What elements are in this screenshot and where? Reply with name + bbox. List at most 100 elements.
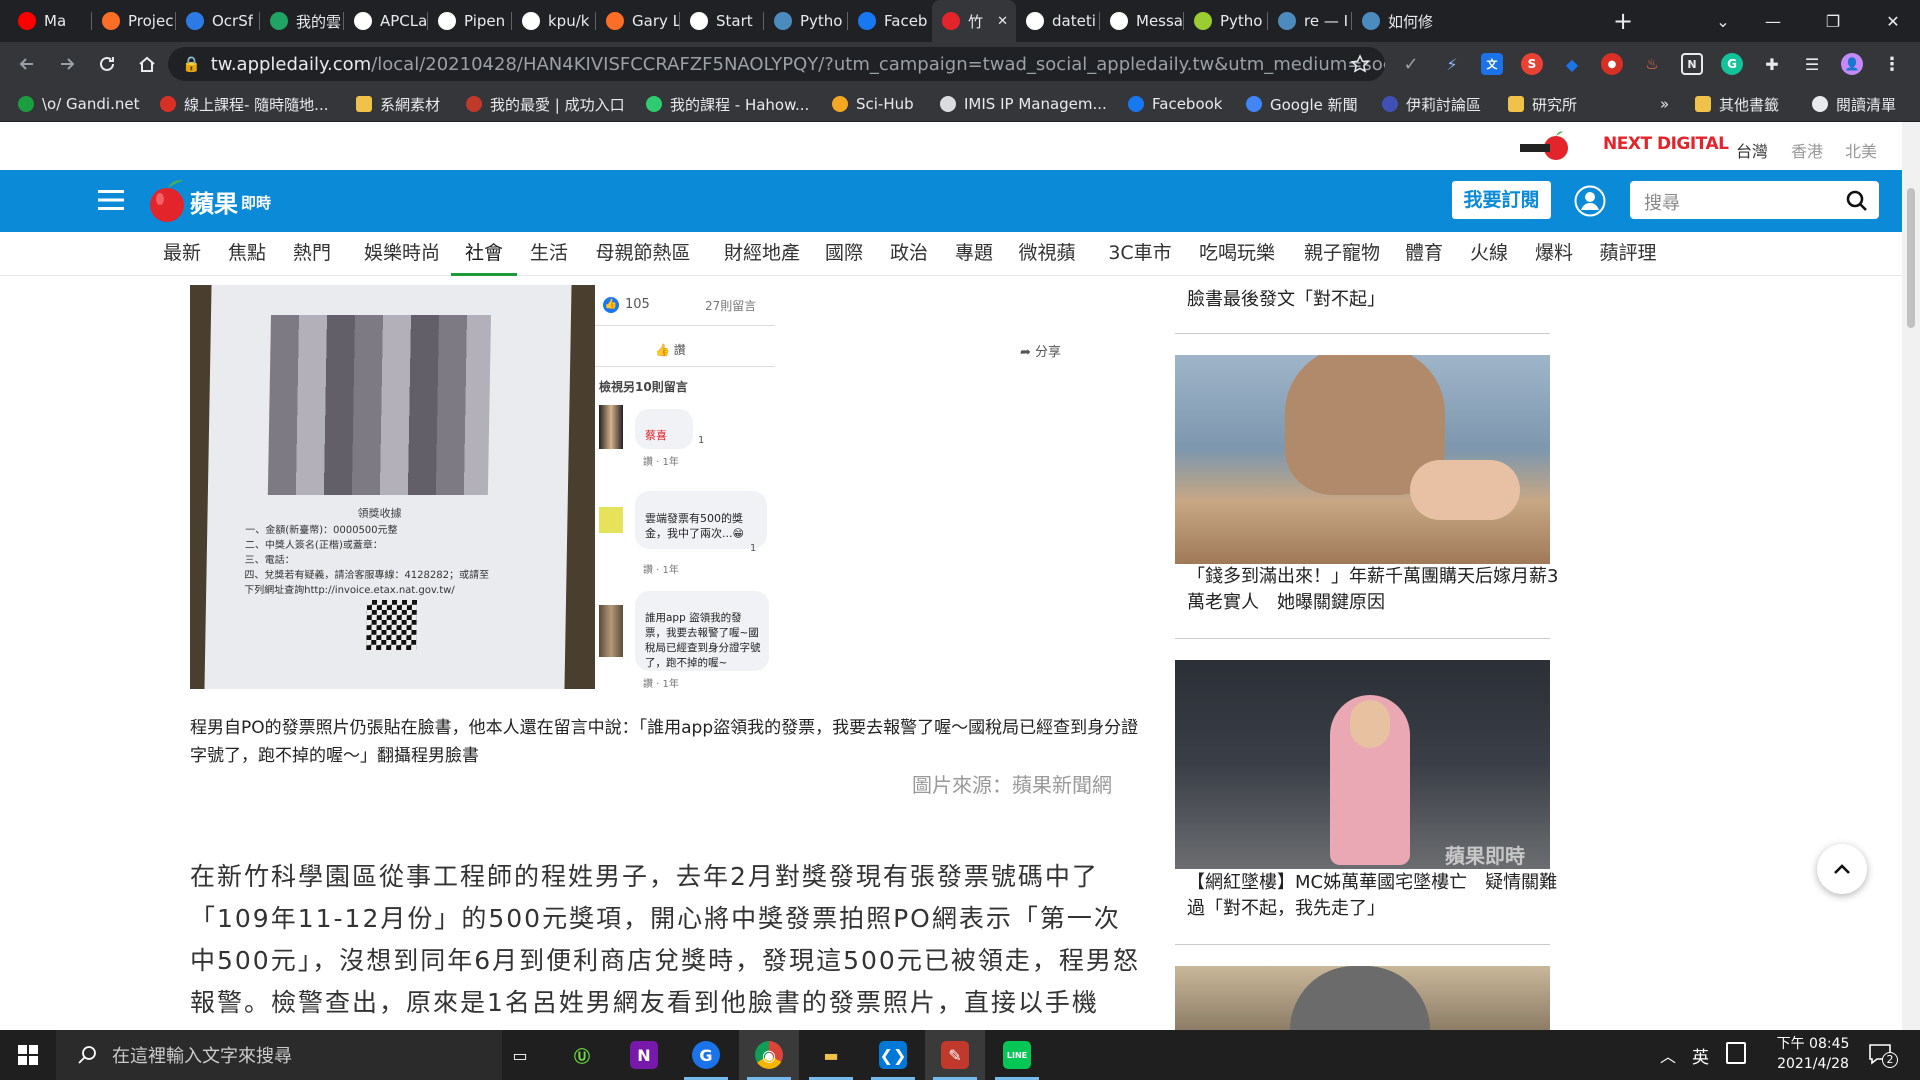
site-search-box[interactable]: 搜尋	[1630, 181, 1879, 219]
article-photo[interactable]: 領獎收據 一、金額(新臺幣)：0000500元整 二、中獎人簽名(正楷)或蓋章：…	[190, 285, 775, 689]
red-circle-extension-icon[interactable]: ●	[1601, 53, 1623, 75]
category-tab[interactable]: 專題	[952, 232, 996, 276]
apple-logo-icon[interactable]	[148, 178, 188, 224]
checkmark-extension-icon[interactable]: ✓	[1400, 53, 1422, 75]
sidebar-item-title[interactable]: 「錢多到滿出來！」年薪千萬團購天后嫁月薪3萬老實人 她曝關鍵原因	[1187, 564, 1562, 620]
back-button[interactable]	[12, 49, 42, 79]
hamburger-menu-button[interactable]	[98, 189, 124, 211]
category-tab[interactable]: 熱門	[290, 232, 334, 276]
bookmark-item[interactable]: 系網素材	[356, 86, 440, 122]
category-tab[interactable]: 政治	[887, 232, 931, 276]
category-tab[interactable]: 母親節熱區	[592, 232, 694, 276]
bookmark-item[interactable]: 閱讀清單	[1812, 86, 1896, 122]
bolt-extension-icon[interactable]: ⚡	[1441, 53, 1463, 75]
browser-tab[interactable]: Ma	[8, 0, 92, 42]
category-tab[interactable]: 3C車市	[1100, 232, 1180, 276]
bookmark-item[interactable]: Google 新聞	[1246, 86, 1358, 122]
minimize-button[interactable]: —	[1750, 0, 1796, 42]
bookmark-item[interactable]: IMIS IP Managem...	[940, 86, 1107, 122]
forward-button[interactable]	[52, 49, 82, 79]
taskbar-app[interactable]: ▬	[801, 1030, 861, 1080]
sidebar-photo[interactable]: 蘋果即時	[1175, 660, 1550, 869]
taskbar-app[interactable]: ▭	[490, 1030, 550, 1080]
sidebar-item-title[interactable]: 【網紅墜樓】MC姊萬華國宅墜樓亡 疑情關難過「對不起，我先走了」	[1187, 870, 1562, 926]
taskbar-app[interactable]: Ⓤ	[552, 1030, 612, 1080]
category-tab[interactable]: 娛樂時尚	[357, 232, 447, 276]
close-window-button[interactable]: ✕	[1870, 0, 1916, 42]
sidebar-photo[interactable]	[1175, 966, 1550, 1030]
ime-mode-icon[interactable]	[1726, 1042, 1746, 1064]
next-digital-logo[interactable]: NEXT DIGITAL	[1603, 134, 1729, 154]
category-tab[interactable]: 財經地產	[717, 232, 807, 276]
search-icon[interactable]	[1846, 190, 1868, 212]
s-extension-icon[interactable]: S	[1521, 53, 1543, 75]
back-to-top-button[interactable]	[1817, 844, 1867, 894]
taskbar-app[interactable]: ❮❯	[863, 1030, 923, 1080]
bookmark-item[interactable]: \o/ Gandi.net	[18, 86, 139, 122]
grammarly-extension-icon[interactable]: G	[1721, 53, 1743, 75]
taskbar-app[interactable]: N	[614, 1030, 674, 1080]
address-bar[interactable]: 🔒 tw.appledaily.com/local/20210428/HAN4K…	[168, 47, 1385, 81]
notification-center-button[interactable]: 2	[1868, 1042, 1898, 1068]
category-tab[interactable]: 社會	[451, 232, 517, 276]
chrome-menu-icon[interactable]: ⋮	[1881, 53, 1903, 75]
bookmark-item[interactable]: 線上課程- 隨時隨地...	[160, 86, 329, 122]
category-tab[interactable]: 生活	[527, 232, 571, 276]
browser-tab[interactable]: kpu/k	[512, 0, 596, 42]
category-tab[interactable]: 親子寵物	[1297, 232, 1387, 276]
taskbar-app[interactable]: ✎	[925, 1030, 985, 1080]
region-na[interactable]: 北美	[1845, 138, 1877, 162]
bookmark-item[interactable]: Sci-Hub	[832, 86, 914, 122]
browser-tab[interactable]: Gary L	[596, 0, 680, 42]
lock-icon[interactable]: 🔒	[182, 55, 201, 73]
browser-tab[interactable]: Pytho	[1184, 0, 1268, 42]
sidebar-photo[interactable]	[1175, 355, 1550, 564]
browser-tab[interactable]: 我的雲	[260, 0, 344, 42]
apple-daily-mini-logo[interactable]	[1518, 130, 1568, 164]
browser-tab[interactable]: Messa	[1100, 0, 1184, 42]
taskbar-app[interactable]: ◉	[739, 1030, 799, 1080]
category-tab[interactable]: 微視蘋	[1017, 232, 1077, 276]
bookmark-item[interactable]: 其他書籤	[1695, 86, 1779, 122]
subscribe-button[interactable]: 我要訂閱	[1452, 181, 1551, 219]
bookmark-item[interactable]: 研究所	[1508, 86, 1577, 122]
bookmark-item[interactable]: 伊莉討論區	[1382, 86, 1481, 122]
extensions-puzzle-icon[interactable]: ✚	[1761, 53, 1783, 75]
category-tab[interactable]: 爆料	[1532, 232, 1576, 276]
diamond-extension-icon[interactable]: ◆	[1561, 53, 1583, 75]
home-button[interactable]	[132, 49, 162, 79]
region-hk[interactable]: 香港	[1791, 138, 1823, 162]
tray-chevron-icon[interactable]: ︿	[1660, 1043, 1676, 1067]
user-account-button[interactable]	[1574, 185, 1606, 217]
start-button[interactable]	[0, 1030, 56, 1080]
category-tab[interactable]: 火線	[1467, 232, 1511, 276]
bookmark-item[interactable]: 我的最愛 | 成功入口	[466, 86, 625, 122]
close-tab-icon[interactable]: ✕	[997, 14, 1008, 29]
ime-indicator[interactable]: 英	[1692, 1043, 1709, 1068]
browser-tab[interactable]: OcrSf	[176, 0, 260, 42]
browser-tab[interactable]: re — I	[1268, 0, 1352, 42]
scrollbar-thumb[interactable]	[1907, 188, 1915, 328]
category-tab[interactable]: 蘋評理	[1597, 232, 1659, 276]
browser-tab[interactable]: Start	[680, 0, 764, 42]
profile-avatar-icon[interactable]: 👤	[1841, 53, 1863, 75]
bookmark-star-button[interactable]	[1345, 49, 1375, 79]
new-tab-button[interactable]: +	[1600, 0, 1646, 42]
taskbar-app[interactable]: LINE	[987, 1030, 1047, 1080]
bookmark-item[interactable]: 我的課程 - Hahow...	[646, 86, 809, 122]
browser-tab[interactable]: Pytho	[764, 0, 848, 42]
bookmark-item[interactable]: Facebook	[1128, 86, 1222, 122]
translate-extension-icon[interactable]: 文	[1481, 53, 1503, 75]
maximize-button[interactable]: ❐	[1810, 0, 1856, 42]
bookmarks-overflow-button[interactable]: »	[1660, 86, 1669, 122]
reload-button[interactable]	[92, 49, 122, 79]
page-scrollbar[interactable]	[1902, 122, 1920, 1030]
browser-tab[interactable]: dateti	[1016, 0, 1100, 42]
browser-tab[interactable]: Faceb	[848, 0, 932, 42]
region-tw[interactable]: 台灣	[1736, 138, 1768, 162]
category-tab[interactable]: 焦點	[225, 232, 269, 276]
browser-tab[interactable]: Projec	[92, 0, 176, 42]
category-tab[interactable]: 最新	[160, 232, 204, 276]
media-queue-icon[interactable]: ☰	[1801, 53, 1823, 75]
browser-tab[interactable]: 竹 ✕	[932, 0, 1016, 42]
